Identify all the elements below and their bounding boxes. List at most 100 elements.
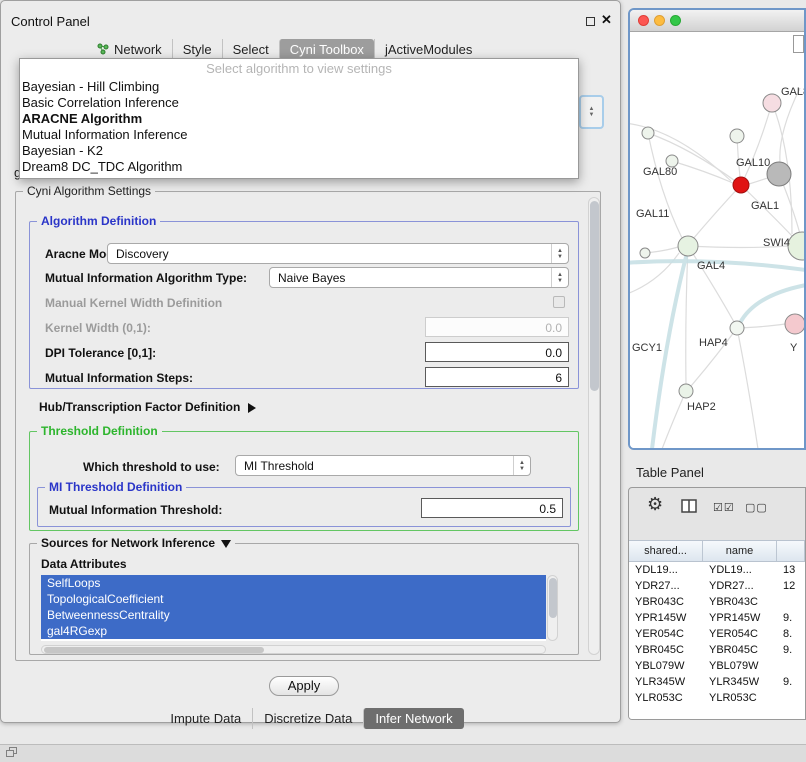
tab-cyni-toolbox[interactable]: Cyni Toolbox	[279, 39, 374, 60]
column-header-shared-name[interactable]: shared...	[629, 541, 703, 561]
control-panel-title: Control Panel	[11, 14, 90, 29]
attribute-list-item[interactable]: gal4RGexp	[41, 623, 546, 639]
tab-select[interactable]: Select	[222, 39, 279, 60]
column-header-name[interactable]: name	[703, 541, 777, 561]
network-node[interactable]	[642, 127, 654, 139]
network-node[interactable]	[733, 177, 749, 193]
network-node[interactable]	[640, 248, 650, 258]
mi-threshold-field[interactable]: 0.5	[421, 498, 563, 518]
table-cell: YBR045C	[703, 642, 777, 658]
mi-threshold-title: MI Threshold Definition	[45, 480, 186, 494]
network-node[interactable]	[767, 162, 791, 186]
node-label: GAL10	[736, 157, 770, 169]
close-icon[interactable]: ✕	[601, 12, 612, 28]
close-traffic-light[interactable]	[638, 15, 649, 26]
table-row[interactable]: YER054CYER054C8.	[629, 626, 805, 642]
aracne-mode-select[interactable]: Discovery ▲▼	[107, 243, 569, 264]
settings-scrollbar[interactable]	[588, 197, 600, 655]
table-row[interactable]: YDL19...YDL19...13	[629, 562, 805, 578]
which-threshold-label: Which threshold to use:	[83, 460, 220, 474]
gear-icon[interactable]: ⚙	[647, 494, 663, 515]
apply-button[interactable]: Apply	[269, 676, 339, 696]
attributes-hscrollbar[interactable]	[41, 645, 546, 654]
sources-toggle[interactable]: Sources for Network Inference	[37, 536, 235, 550]
tab-discretize-data[interactable]: Discretize Data	[252, 708, 363, 729]
network-node[interactable]	[785, 314, 804, 334]
cyni-bottom-tabs: Impute Data Discretize Data Infer Networ…	[1, 708, 622, 729]
tab-network[interactable]: Network	[87, 39, 172, 60]
column-header-extra[interactable]	[777, 541, 805, 561]
columns-icon[interactable]	[681, 499, 697, 513]
table-row[interactable]: YLR053CYLR053C	[629, 690, 805, 706]
table-row[interactable]: YLR345WYLR345W9.	[629, 674, 805, 690]
table-row[interactable]: YBR043CYBR043C	[629, 594, 805, 610]
which-threshold-value: MI Threshold	[236, 459, 513, 473]
table-cell: YER054C	[629, 626, 703, 642]
network-node[interactable]	[730, 129, 744, 143]
algorithm-option[interactable]: ARACNE Algorithm	[20, 111, 578, 127]
manual-kernel-label: Manual Kernel Width Definition	[45, 296, 222, 310]
combo-arrows-icon: ▲▼	[513, 456, 530, 475]
float-window-icon[interactable]	[586, 17, 595, 26]
algorithm-option[interactable]: Bayesian - K2	[20, 143, 578, 159]
algorithm-option[interactable]: Dream8 DC_TDC Algorithm	[20, 159, 578, 175]
attribute-list-item[interactable]: TopologicalCoefficient	[41, 591, 546, 607]
mi-algorithm-type-select[interactable]: Naive Bayes ▲▼	[269, 267, 569, 288]
table-cell: 12	[777, 578, 805, 594]
node-label: GAL11	[636, 208, 669, 220]
algorithm-option[interactable]: Mutual Information Inference	[20, 127, 578, 143]
kernel-width-field[interactable]: 0.0	[425, 317, 569, 337]
deselect-all-checkboxes-icon[interactable]: ▢▢	[745, 501, 768, 514]
tab-style[interactable]: Style	[172, 39, 222, 60]
table-cell: YPR145W	[703, 610, 777, 626]
table-cell: YBR045C	[629, 642, 703, 658]
attributes-scrollbar-thumb[interactable]	[549, 578, 557, 618]
network-node[interactable]	[730, 321, 744, 335]
network-node[interactable]	[788, 232, 804, 260]
threshold-definition-title: Threshold Definition	[37, 424, 162, 438]
tab-impute-data[interactable]: Impute Data	[159, 708, 252, 729]
attributes-scrollbar[interactable]	[547, 575, 558, 641]
attribute-list-item[interactable]: BetweennessCentrality	[41, 607, 546, 623]
table-row[interactable]: YBL079WYBL079W	[629, 658, 805, 674]
manual-kernel-checkbox[interactable]	[553, 296, 565, 308]
attribute-list-item[interactable]: SelfLoops	[41, 575, 546, 591]
which-threshold-select[interactable]: MI Threshold ▲▼	[235, 455, 531, 476]
kernel-width-label: Kernel Width (0,1):	[45, 321, 151, 335]
table-cell: YDR27...	[629, 578, 703, 594]
algorithm-option[interactable]: Basic Correlation Inference	[20, 95, 578, 111]
table-row[interactable]: YDR27...YDR27...12	[629, 578, 805, 594]
chevron-down-icon: ▼	[589, 112, 595, 118]
algorithm-combo-fragment[interactable]: ▲ ▼	[579, 95, 604, 129]
table-cell: YDL19...	[629, 562, 703, 578]
network-node[interactable]	[679, 384, 693, 398]
node-label: HAP2	[687, 401, 716, 413]
control-panel-window: Control Panel ✕ Network Style Select	[0, 0, 621, 723]
data-attributes-label: Data Attributes	[41, 557, 127, 571]
select-all-checkboxes-icon[interactable]: ☑☑	[713, 501, 735, 514]
tab-jactivemodules[interactable]: jActiveModules	[374, 39, 482, 60]
table-cell: 13	[777, 562, 805, 578]
algorithm-option[interactable]: Bayesian - Hill Climbing	[20, 79, 578, 95]
table-row[interactable]: YPR145WYPR145W9.	[629, 610, 805, 626]
restore-windows-icon[interactable]	[6, 747, 18, 757]
attributes-hscrollbar-thumb[interactable]	[44, 647, 264, 653]
network-scrollbar-fragment[interactable]	[793, 35, 804, 53]
table-cell: YER054C	[703, 626, 777, 642]
minimize-traffic-light[interactable]	[654, 15, 665, 26]
network-window-titlebar[interactable]	[630, 10, 804, 32]
tab-infer-network[interactable]: Infer Network	[363, 708, 463, 729]
settings-scrollbar-thumb[interactable]	[590, 201, 599, 391]
network-canvas[interactable]: GAL8GAL80GAL10GAL11GAL1SWI4GAL4GCY1HAP4Y…	[630, 33, 804, 448]
table-cell	[777, 658, 805, 674]
table-row[interactable]: YBR045CYBR045C9.	[629, 642, 805, 658]
aracne-mode-value: Discovery	[108, 247, 551, 261]
mi-steps-field[interactable]: 6	[425, 367, 569, 387]
zoom-traffic-light[interactable]	[670, 15, 681, 26]
hub-section-toggle[interactable]: Hub/Transcription Factor Definition	[39, 400, 256, 414]
dpi-tolerance-field[interactable]: 0.0	[425, 342, 569, 362]
expanded-arrow-icon	[221, 540, 231, 548]
network-node[interactable]	[763, 94, 781, 112]
node-label: GCY1	[632, 342, 662, 354]
network-node[interactable]	[678, 236, 698, 256]
